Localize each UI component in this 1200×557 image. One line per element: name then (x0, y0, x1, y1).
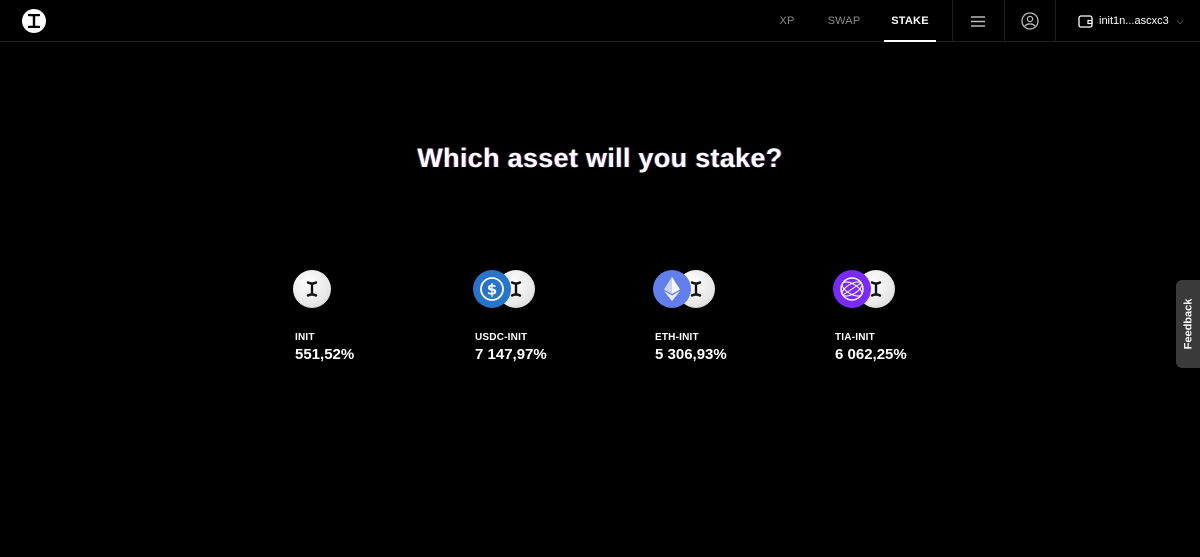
token-icons (653, 270, 803, 308)
user-circle-icon (1021, 12, 1039, 30)
asset-name: TIA-INIT (835, 332, 875, 343)
divider (1055, 0, 1056, 42)
asset-apr: 5 306,93% (655, 346, 727, 363)
account-button[interactable] (1005, 0, 1055, 42)
token-icons: $ (473, 270, 623, 308)
initia-logo-icon[interactable] (22, 9, 46, 33)
wallet-button[interactable]: init1n...ascxc3 ⌵ (1070, 0, 1190, 42)
tab-xp[interactable]: XP (770, 0, 804, 42)
asset-card-tia-init[interactable]: TIA-INIT 6 062,25% (833, 270, 983, 370)
top-navigation-bar: XP SWAP STAKE init1n...ascxc3 ⌵ (0, 0, 1200, 42)
svg-text:$: $ (487, 281, 497, 299)
asset-card-usdc-init[interactable]: $ USDC-INIT 7 147,97% (473, 270, 623, 370)
token-icons (293, 270, 443, 308)
page-title: Which asset will you stake? (417, 143, 783, 173)
tab-stake[interactable]: STAKE (884, 0, 936, 42)
asset-card-eth-init[interactable]: ETH-INIT 5 306,93% (653, 270, 803, 370)
asset-name: INIT (295, 332, 315, 343)
asset-name: USDC-INIT (475, 332, 528, 343)
token-icons (833, 270, 983, 308)
wallet-icon (1078, 14, 1093, 28)
chevron-down-icon: ⌵ (1176, 15, 1184, 26)
menu-button[interactable] (953, 0, 1003, 42)
asset-name: ETH-INIT (655, 332, 699, 343)
usdc-token-icon: $ (473, 270, 511, 308)
asset-apr: 551,52% (295, 346, 355, 363)
eth-token-icon (653, 270, 691, 308)
asset-apr: 7 147,97% (475, 346, 547, 363)
hamburger-icon (971, 15, 985, 27)
init-token-icon (293, 270, 331, 308)
feedback-label: Feedback (1182, 298, 1194, 350)
feedback-tab[interactable]: Feedback (1176, 280, 1200, 368)
tab-swap[interactable]: SWAP (818, 0, 870, 42)
tia-token-icon (833, 270, 871, 308)
asset-card-init[interactable]: INIT 551,52% (293, 270, 443, 370)
asset-apr: 6 062,25% (835, 346, 907, 363)
wallet-address: init1n...ascxc3 (1099, 15, 1169, 27)
